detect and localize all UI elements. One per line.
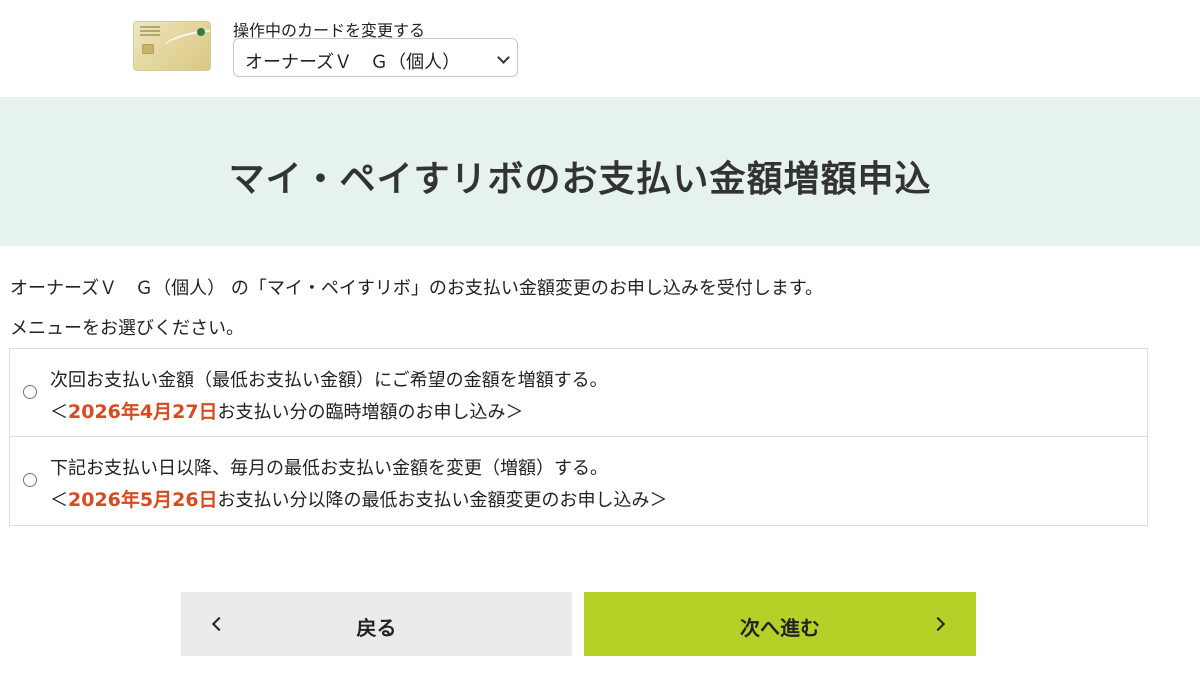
page-title: マイ・ペイすリボのお支払い金額増額申込 — [228, 159, 932, 200]
option-description: 次回お支払い金額（最低お支払い金額）にご希望の金額を増額する。 — [50, 370, 608, 391]
card-switcher: 操作中のカードを変更する オーナーズＶ Ｇ（個人） — [0, 0, 1200, 97]
option-monthly-minimum-change[interactable]: 下記お支払い日以降、毎月の最低お支払い金額を変更（増額）する。 ＜2026年5月… — [10, 437, 1147, 525]
card-chip-icon — [142, 44, 154, 54]
option-detail: ＜2026年4月27日お支払い分の臨時増額のお申し込み＞ — [50, 397, 524, 424]
option-description: 下記お支払い日以降、毎月の最低お支払い金額を変更（増額）する。 — [50, 458, 608, 479]
option-detail-text: お支払い分以降の最低お支払い金額変更のお申し込み＞ — [217, 490, 668, 511]
payment-date: 2026年5月26日 — [68, 489, 218, 511]
radio-button[interactable] — [23, 473, 37, 487]
menu-prompt: メニューをお選びください。 — [10, 318, 244, 339]
option-detail: ＜2026年5月26日お支払い分以降の最低お支払い金額変更のお申し込み＞ — [50, 485, 668, 512]
next-button[interactable]: 次へ進む — [584, 592, 976, 656]
back-button-label: 戻る — [356, 616, 397, 640]
card-select-value: オーナーズＶ Ｇ（個人） — [245, 52, 461, 73]
title-band: マイ・ペイすリボのお支払い金額増額申込 — [0, 97, 1200, 246]
card-text-lines — [140, 26, 160, 28]
chevron-down-icon — [497, 51, 510, 64]
option-list: 次回お支払い金額（最低お支払い金額）にご希望の金額を増額する。 ＜2026年4月… — [9, 348, 1148, 526]
option-temporary-increase[interactable]: 次回お支払い金額（最低お支払い金額）にご希望の金額を増額する。 ＜2026年4月… — [10, 349, 1147, 437]
back-button[interactable]: 戻る — [181, 592, 572, 656]
bracket-open: ＜ — [50, 490, 68, 511]
intro-text: オーナーズＶ Ｇ（個人） の「マイ・ペイすリボ」のお支払い金額変更のお申し込みを… — [10, 278, 824, 299]
credit-card-image — [133, 21, 211, 71]
card-select-dropdown[interactable]: オーナーズＶ Ｇ（個人） — [233, 38, 518, 77]
payment-date: 2026年4月27日 — [68, 401, 218, 423]
card-logo-icon — [197, 28, 205, 36]
next-button-label: 次へ進む — [740, 616, 820, 640]
bracket-open: ＜ — [50, 402, 68, 423]
radio-button[interactable] — [23, 385, 37, 399]
option-detail-text: お支払い分の臨時増額のお申し込み＞ — [217, 402, 524, 423]
